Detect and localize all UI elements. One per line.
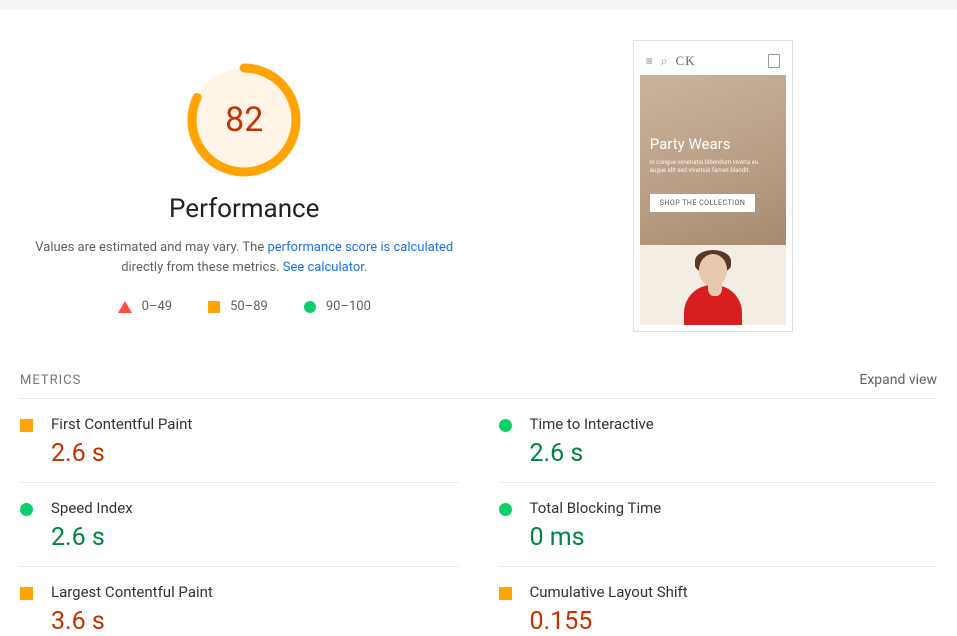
expand-view-toggle[interactable]: Expand view [859,372,937,388]
circle-icon [304,301,316,313]
legend-good: 90–100 [304,299,371,314]
thumb-hero-sub: In congue venenatis bibendum viverra eu … [650,159,776,176]
page-thumbnail: ≡ ⌕ CK Party Wears In congue venenatis b… [633,40,793,332]
thumb-logo: CK [676,53,696,69]
triangle-icon [118,301,132,313]
metric-tbt: Total Blocking Time 0 ms [499,483,938,567]
metrics-grid: First Contentful Paint 2.6 s Time to Int… [20,399,937,636]
metric-value: 0 ms [530,523,938,552]
legend-avg: 50–89 [208,299,268,314]
metric-fcp: First Contentful Paint 2.6 s [20,399,459,483]
metric-name: First Contentful Paint [51,415,459,433]
metric-value: 2.6 s [51,439,459,468]
thumb-hero-title: Party Wears [650,135,776,153]
circle-icon [499,503,512,516]
metrics-header: METRICS Expand view [20,372,937,399]
legend-poor-label: 0–49 [142,299,172,314]
score-calc-link[interactable]: performance score is calculated [267,240,453,255]
performance-gauge: 82 [184,60,304,180]
metrics-label: METRICS [20,373,81,388]
metric-value: 2.6 s [51,523,459,552]
metric-si: Speed Index 2.6 s [20,483,459,567]
legend-poor: 0–49 [118,299,172,314]
square-icon [499,587,512,600]
score-description: Values are estimated and may vary. The p… [34,238,454,277]
thumb-lower [640,245,786,325]
metric-tti: Time to Interactive 2.6 s [499,399,938,483]
gauge-title: Performance [169,194,319,224]
square-icon [208,301,220,313]
thumb-hero: Party Wears In congue venenatis bibendum… [640,75,786,245]
desc-text-1: Values are estimated and may vary. The [35,240,267,255]
metric-name: Largest Contentful Paint [51,583,459,601]
metric-name: Total Blocking Time [530,499,938,517]
circle-icon [20,503,33,516]
summary-row: 82 Performance Values are estimated and … [20,30,937,332]
metric-name: Cumulative Layout Shift [530,583,938,601]
screenshot-panel: ≡ ⌕ CK Party Wears In congue venenatis b… [489,30,938,332]
metric-value: 0.155 [530,607,938,636]
thumb-header: ≡ ⌕ CK [640,47,786,75]
square-icon [20,587,33,600]
circle-icon [499,419,512,432]
top-divider [0,0,957,10]
legend-avg-label: 50–89 [230,299,268,314]
metric-lcp: Largest Contentful Paint 3.6 s [20,567,459,636]
metric-value: 2.6 s [530,439,938,468]
gauge-score: 82 [184,60,304,180]
desc-text-2: directly from these metrics. [121,260,283,275]
report-content: 82 Performance Values are estimated and … [0,10,957,636]
bag-icon [768,54,780,68]
search-icon: ⌕ [661,54,668,69]
metric-name: Speed Index [51,499,459,517]
desc-text-3: . [364,260,367,275]
see-calculator-link[interactable]: See calculator [283,260,364,275]
menu-icon: ≡ [646,54,653,68]
score-panel: 82 Performance Values are estimated and … [20,30,469,332]
score-legend: 0–49 50–89 90–100 [118,299,371,314]
person-graphic [678,250,748,325]
legend-good-label: 90–100 [326,299,371,314]
metric-cls: Cumulative Layout Shift 0.155 [499,567,938,636]
metric-name: Time to Interactive [530,415,938,433]
metric-value: 3.6 s [51,607,459,636]
square-icon [20,419,33,432]
thumb-cta-button: SHOP THE COLLECTION [650,194,756,212]
